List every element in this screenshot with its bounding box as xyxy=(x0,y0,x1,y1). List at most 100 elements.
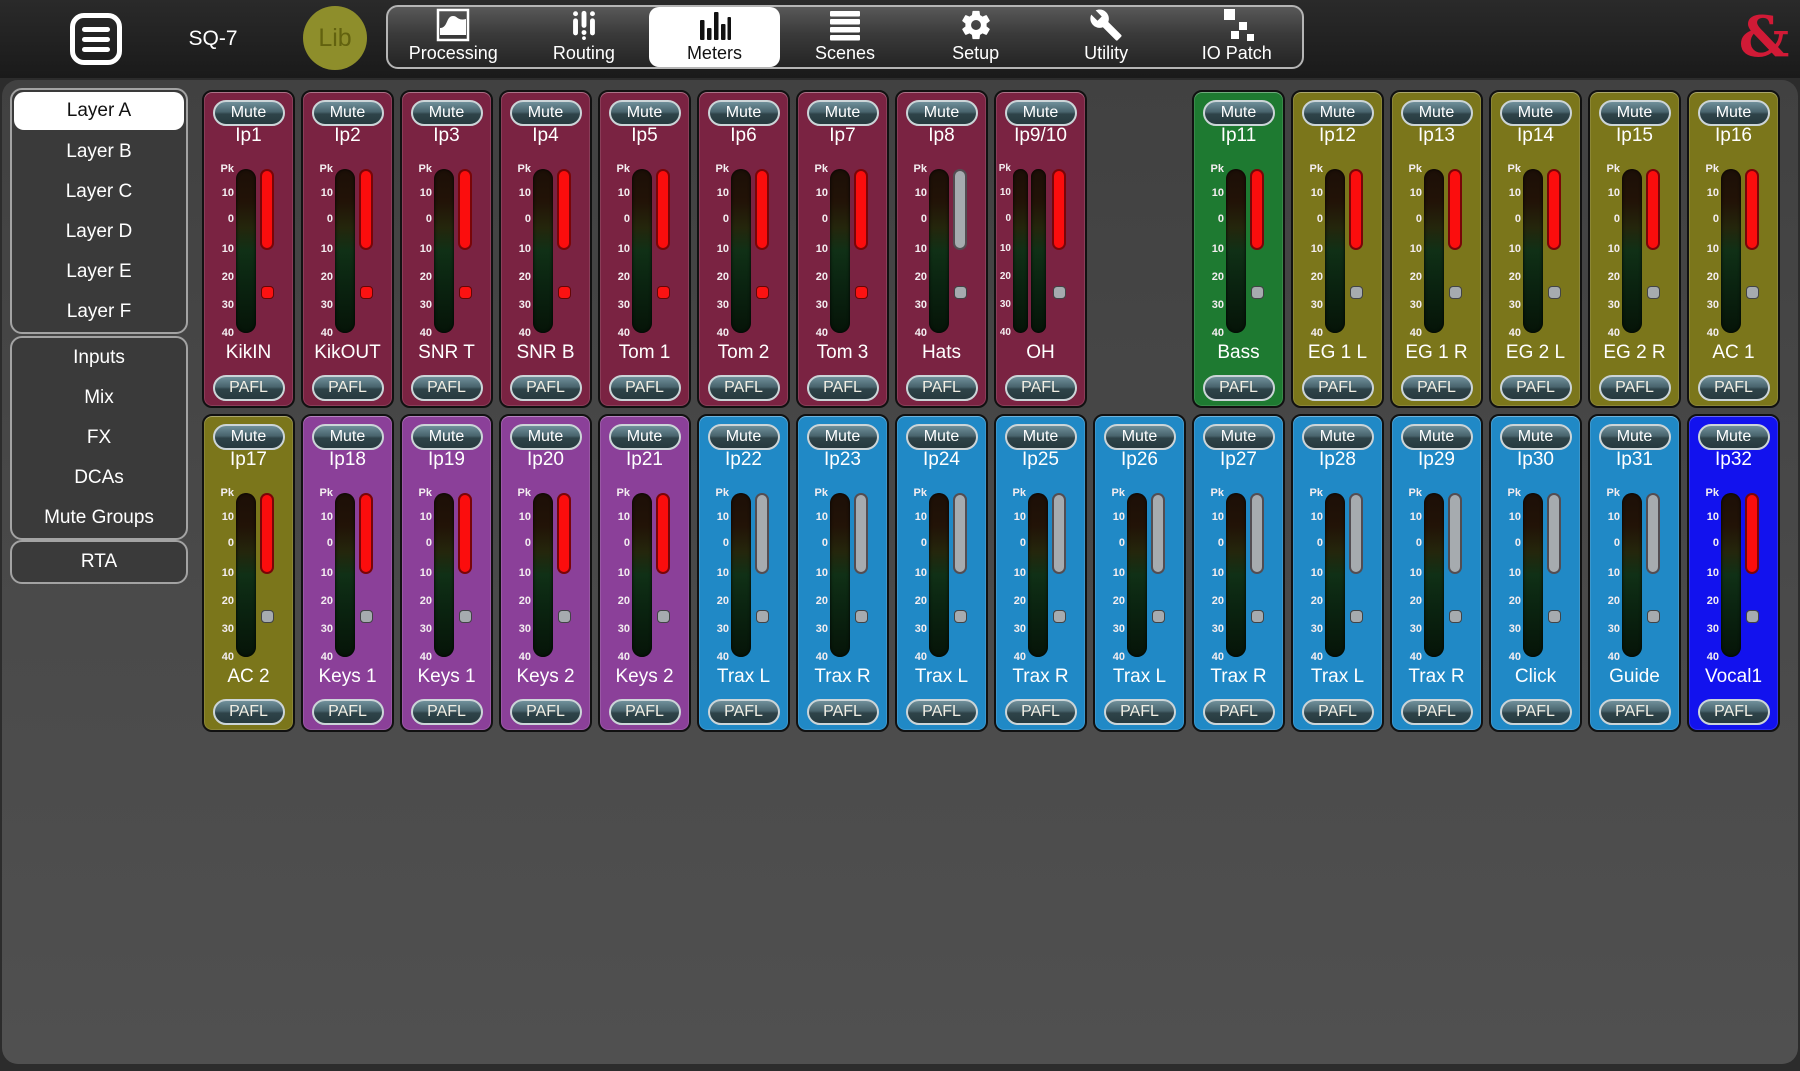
pafl-button-ip1[interactable]: PAFL xyxy=(213,375,285,401)
sidebar-item-fx[interactable]: FX xyxy=(12,418,186,458)
pafl-button-ip26[interactable]: PAFL xyxy=(1104,699,1176,725)
meter-scale-label: 0 xyxy=(1691,537,1719,549)
mute-button-ip25[interactable]: Mute xyxy=(1005,424,1077,450)
meter-scale-label: 30 xyxy=(1196,623,1224,635)
pafl-button-ip29[interactable]: PAFL xyxy=(1401,699,1473,725)
mute-button-ip6[interactable]: Mute xyxy=(708,100,780,126)
mute-button-ip12[interactable]: Mute xyxy=(1302,100,1374,126)
pafl-button-ip31[interactable]: PAFL xyxy=(1599,699,1671,725)
sidebar-item-layer-d[interactable]: Layer D xyxy=(12,212,186,252)
meter-scale-label: 10 xyxy=(305,567,333,579)
pafl-button-ip28[interactable]: PAFL xyxy=(1302,699,1374,725)
mute-button-ip13[interactable]: Mute xyxy=(1401,100,1473,126)
pafl-button-ip17[interactable]: PAFL xyxy=(213,699,285,725)
pafl-button-ip21[interactable]: PAFL xyxy=(609,699,681,725)
sidebar-item-mix[interactable]: Mix xyxy=(12,378,186,418)
sidebar-item-inputs[interactable]: Inputs xyxy=(12,338,186,378)
mute-button-ip8[interactable]: Mute xyxy=(906,100,978,126)
mute-button-ip20[interactable]: Mute xyxy=(510,424,582,450)
tab-meters[interactable]: Meters xyxy=(649,7,780,67)
pafl-button-ip11[interactable]: PAFL xyxy=(1203,375,1275,401)
sidebar-item-dcas[interactable]: DCAs xyxy=(12,458,186,498)
pafl-button-ip7[interactable]: PAFL xyxy=(807,375,879,401)
pafl-button-ip4[interactable]: PAFL xyxy=(510,375,582,401)
mute-button-ip11[interactable]: Mute xyxy=(1203,100,1275,126)
tab-setup[interactable]: Setup xyxy=(910,7,1041,67)
tab-utility[interactable]: Utility xyxy=(1041,7,1172,67)
pafl-button-ip19[interactable]: PAFL xyxy=(411,699,483,725)
library-button[interactable]: Lib xyxy=(303,6,367,70)
mute-button-ip30[interactable]: Mute xyxy=(1500,424,1572,450)
mute-button-ip29[interactable]: Mute xyxy=(1401,424,1473,450)
sidebar-item-layer-e[interactable]: Layer E xyxy=(12,252,186,292)
mute-button-ip14[interactable]: Mute xyxy=(1500,100,1572,126)
meter-scale-label: 30 xyxy=(1592,299,1620,311)
meter-scale-label: 40 xyxy=(206,651,234,663)
gain-reduction-bar xyxy=(557,169,571,250)
sidebar-item-mute-groups[interactable]: Mute Groups xyxy=(12,498,186,538)
mute-button-ip15[interactable]: Mute xyxy=(1599,100,1671,126)
mute-button-ip28[interactable]: Mute xyxy=(1302,424,1374,450)
mute-button-ip23[interactable]: Mute xyxy=(807,424,879,450)
meter-scale-label: 0 xyxy=(602,537,630,549)
pafl-button-ip25[interactable]: PAFL xyxy=(1005,699,1077,725)
pafl-button-ip24[interactable]: PAFL xyxy=(906,699,978,725)
pafl-button-ip13[interactable]: PAFL xyxy=(1401,375,1473,401)
mute-button-ip31[interactable]: Mute xyxy=(1599,424,1671,450)
menu-icon[interactable] xyxy=(70,13,122,65)
mute-button-ip18[interactable]: Mute xyxy=(312,424,384,450)
meter-scale-label: 20 xyxy=(1394,271,1422,283)
pafl-button-ip20[interactable]: PAFL xyxy=(510,699,582,725)
pafl-button-ip23[interactable]: PAFL xyxy=(807,699,879,725)
level-meter-bar xyxy=(1325,493,1345,657)
pafl-button-ip3[interactable]: PAFL xyxy=(411,375,483,401)
mute-button-ip22[interactable]: Mute xyxy=(708,424,780,450)
sidebar-item-layer-b[interactable]: Layer B xyxy=(12,132,186,172)
pafl-button-ip22[interactable]: PAFL xyxy=(708,699,780,725)
pafl-button-ip30[interactable]: PAFL xyxy=(1500,699,1572,725)
mute-button-ip26[interactable]: Mute xyxy=(1104,424,1176,450)
pafl-button-ip18[interactable]: PAFL xyxy=(312,699,384,725)
pafl-button-ip27[interactable]: PAFL xyxy=(1203,699,1275,725)
sidebar-item-rta[interactable]: RTA xyxy=(12,542,186,582)
pafl-button-ip14[interactable]: PAFL xyxy=(1500,375,1572,401)
mute-button-ip7[interactable]: Mute xyxy=(807,100,879,126)
pafl-button-ip8[interactable]: PAFL xyxy=(906,375,978,401)
mute-button-ip19[interactable]: Mute xyxy=(411,424,483,450)
pafl-button-ip2[interactable]: PAFL xyxy=(312,375,384,401)
pafl-button-ip16[interactable]: PAFL xyxy=(1698,375,1770,401)
pafl-button-ip9-10[interactable]: PAFL xyxy=(1005,375,1077,401)
tab-scenes[interactable]: Scenes xyxy=(780,7,911,67)
channel-number: Ip32 xyxy=(1689,449,1778,471)
tab-io-patch[interactable]: IO Patch xyxy=(1171,7,1302,67)
mute-button-ip1[interactable]: Mute xyxy=(213,100,285,126)
pafl-button-ip32[interactable]: PAFL xyxy=(1698,699,1770,725)
mute-button-ip16[interactable]: Mute xyxy=(1698,100,1770,126)
sidebar-item-layer-f[interactable]: Layer F xyxy=(12,292,186,332)
mute-button-ip2[interactable]: Mute xyxy=(312,100,384,126)
meter-scale-label: 40 xyxy=(701,651,729,663)
mute-button-ip9-10[interactable]: Mute xyxy=(1005,100,1077,126)
meter-scale-label: 10 xyxy=(1394,511,1422,523)
tab-routing[interactable]: Routing xyxy=(519,7,650,67)
mute-button-ip5[interactable]: Mute xyxy=(609,100,681,126)
mute-button-ip27[interactable]: Mute xyxy=(1203,424,1275,450)
meter-scale-label: 10 xyxy=(1691,511,1719,523)
channel-number: Ip17 xyxy=(204,449,293,471)
pafl-button-ip15[interactable]: PAFL xyxy=(1599,375,1671,401)
sidebar-item-layer-a[interactable]: Layer A xyxy=(14,92,184,130)
pafl-button-ip5[interactable]: PAFL xyxy=(609,375,681,401)
pafl-button-ip6[interactable]: PAFL xyxy=(708,375,780,401)
mute-button-ip4[interactable]: Mute xyxy=(510,100,582,126)
pafl-button-ip12[interactable]: PAFL xyxy=(1302,375,1374,401)
mute-button-ip21[interactable]: Mute xyxy=(609,424,681,450)
mute-button-ip3[interactable]: Mute xyxy=(411,100,483,126)
tab-processing[interactable]: Processing xyxy=(388,7,519,67)
meter-scale-label: 20 xyxy=(1394,595,1422,607)
mute-button-ip32[interactable]: Mute xyxy=(1698,424,1770,450)
peak-indicator xyxy=(1647,286,1660,299)
mute-button-ip24[interactable]: Mute xyxy=(906,424,978,450)
sidebar-item-layer-c[interactable]: Layer C xyxy=(12,172,186,212)
meter-scale-label: 40 xyxy=(503,327,531,339)
mute-button-ip17[interactable]: Mute xyxy=(213,424,285,450)
